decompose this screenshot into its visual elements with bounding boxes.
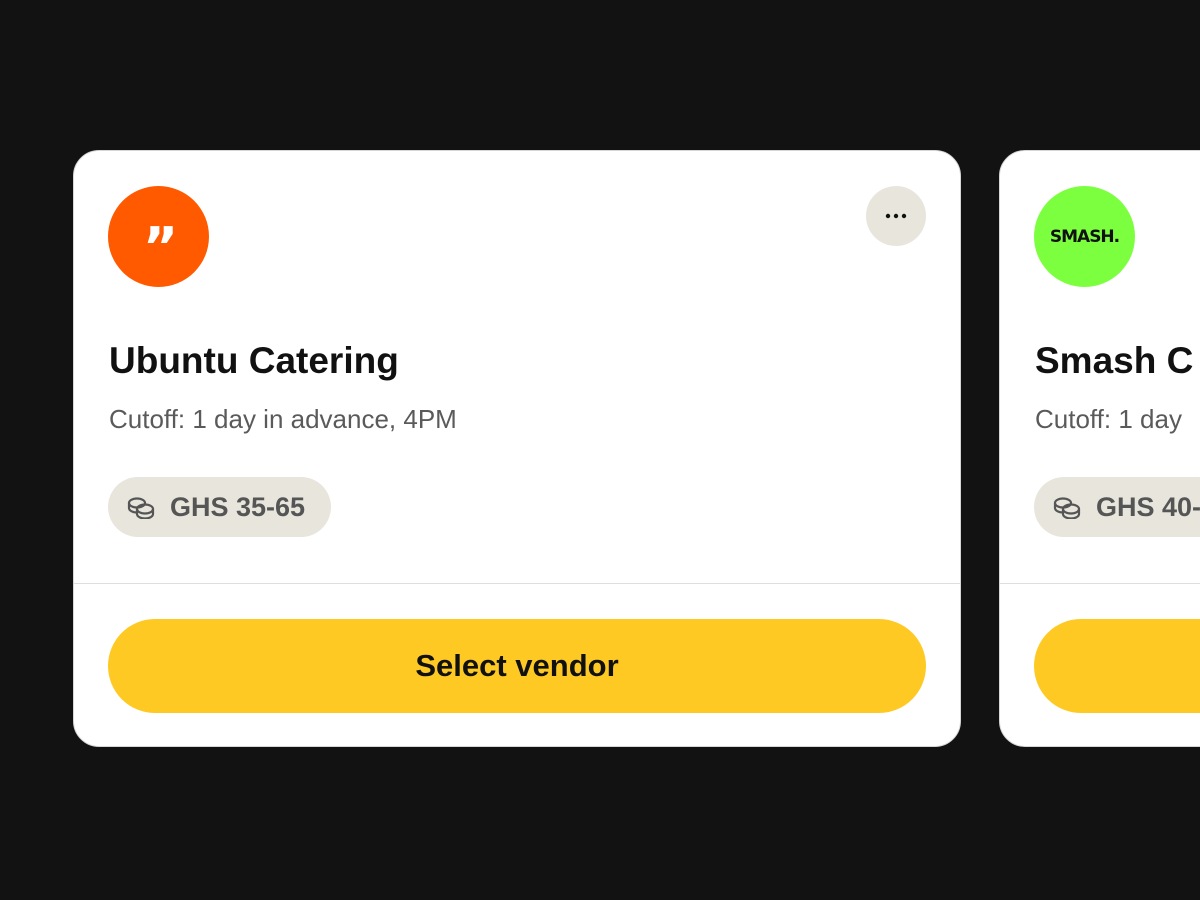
- ellipsis-icon: [885, 213, 907, 219]
- vendor-cutoff: Cutoff: 1 day: [1035, 404, 1182, 434]
- price-range-label: GHS 40-: [1096, 491, 1200, 522]
- price-range-badge: GHS 40-: [1034, 477, 1200, 537]
- price-range-label: GHS 35-65: [170, 491, 306, 522]
- coins-icon: [127, 497, 155, 519]
- select-vendor-button[interactable]: [1034, 619, 1200, 713]
- divider: [1000, 583, 1200, 584]
- coins-icon: [1053, 497, 1081, 519]
- divider: [74, 583, 960, 584]
- vendor-carousel: ” Ubuntu Catering Cutoff: 1 day in advan…: [0, 0, 1200, 900]
- vendor-logo: ”: [108, 186, 209, 287]
- select-vendor-button[interactable]: Select vendor: [108, 619, 926, 713]
- more-options-button[interactable]: [866, 186, 926, 246]
- vendor-logo: SMASH.: [1034, 186, 1135, 287]
- vendor-cutoff: Cutoff: 1 day in advance, 4PM: [109, 404, 457, 434]
- quote-mark-logo-icon: ”: [142, 215, 178, 279]
- vendor-card: ” Ubuntu Catering Cutoff: 1 day in advan…: [73, 150, 961, 747]
- vendor-name: Smash C: [1035, 340, 1194, 381]
- price-range-badge: GHS 35-65: [108, 477, 332, 537]
- vendor-name: Ubuntu Catering: [109, 340, 399, 381]
- vendor-card: SMASH. Smash C Cutoff: 1 day GHS 40-: [999, 150, 1200, 747]
- smash-logo-icon: SMASH.: [1049, 226, 1120, 247]
